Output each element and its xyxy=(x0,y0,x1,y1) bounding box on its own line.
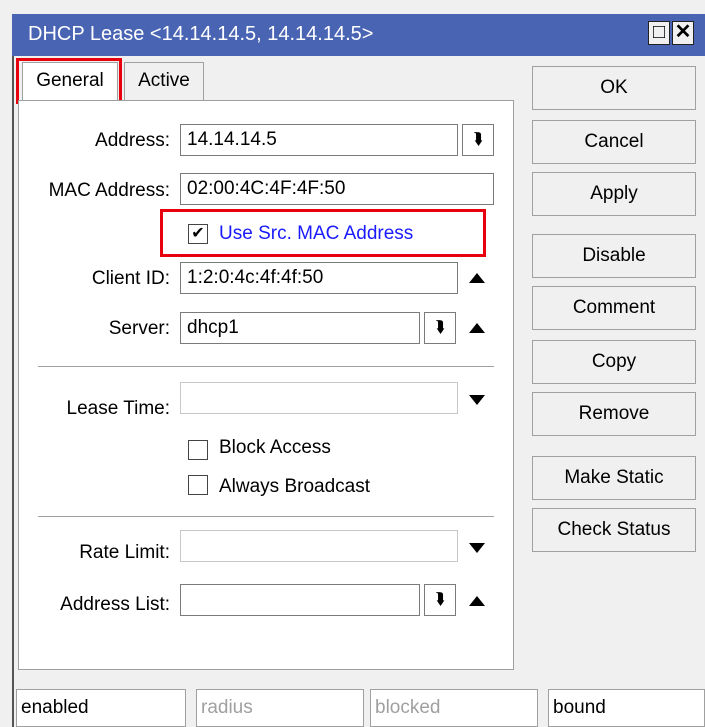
triangle-up-icon[interactable] xyxy=(469,323,485,333)
server-field[interactable]: dhcp1 xyxy=(180,312,420,344)
dhcp-lease-window: DHCP Lease <14.14.14.5, 14.14.14.5> □ ✕ … xyxy=(0,0,705,727)
window-border xyxy=(12,56,14,727)
check-status-button[interactable]: Check Status xyxy=(532,508,696,552)
highlight-box-mac xyxy=(160,209,486,257)
mac-address-label: MAC Address: xyxy=(48,180,170,201)
copy-button[interactable]: Copy xyxy=(532,340,696,384)
tab-active[interactable]: Active xyxy=(124,62,204,100)
dropdown-icon[interactable]: ⮯ xyxy=(424,584,456,616)
dropdown-icon[interactable]: ⮯ xyxy=(424,312,456,344)
status-radius: radius xyxy=(196,689,364,727)
server-label: Server: xyxy=(108,318,170,339)
lease-time-label: Lease Time: xyxy=(66,398,171,419)
ok-button[interactable]: OK xyxy=(532,66,696,110)
triangle-down-icon[interactable] xyxy=(469,395,485,405)
client-id-label: Client ID: xyxy=(91,268,170,289)
separator xyxy=(38,516,494,518)
always-broadcast-label: Always Broadcast xyxy=(219,476,371,497)
title-bar[interactable]: DHCP Lease <14.14.14.5, 14.14.14.5> □ ✕ xyxy=(12,14,705,56)
triangle-up-icon[interactable] xyxy=(469,273,485,283)
address-list-field[interactable] xyxy=(180,584,420,616)
address-label: Address: xyxy=(95,130,170,151)
dropdown-icon[interactable]: ⮯ xyxy=(462,124,494,156)
apply-button[interactable]: Apply xyxy=(532,172,696,216)
triangle-down-icon[interactable] xyxy=(469,543,485,553)
status-bound: bound xyxy=(548,689,705,727)
rate-limit-field[interactable] xyxy=(180,530,458,562)
block-access-label: Block Access xyxy=(219,437,331,458)
cancel-button[interactable]: Cancel xyxy=(532,120,696,164)
address-list-label: Address List: xyxy=(60,594,170,615)
remove-button[interactable]: Remove xyxy=(532,392,696,436)
client-id-field[interactable]: 1:2:0:4c:4f:4f:50 xyxy=(180,262,458,294)
always-broadcast-checkbox[interactable] xyxy=(188,475,208,495)
rate-limit-label: Rate Limit: xyxy=(79,542,170,563)
disable-button[interactable]: Disable xyxy=(532,234,696,278)
triangle-up-icon[interactable] xyxy=(469,596,485,606)
window-title: DHCP Lease <14.14.14.5, 14.14.14.5> xyxy=(28,23,374,45)
status-blocked: blocked xyxy=(370,689,538,727)
maximize-icon[interactable]: □ xyxy=(648,21,670,45)
status-enabled: enabled xyxy=(16,689,186,727)
comment-button[interactable]: Comment xyxy=(532,286,696,330)
highlight-box-tab xyxy=(16,58,122,104)
mac-address-field[interactable]: 02:00:4C:4F:4F:50 xyxy=(180,173,494,205)
close-icon[interactable]: ✕ xyxy=(672,21,694,45)
block-access-checkbox[interactable] xyxy=(188,440,208,460)
lease-time-field[interactable] xyxy=(180,382,458,414)
address-field[interactable]: 14.14.14.5 xyxy=(180,124,458,156)
make-static-button[interactable]: Make Static xyxy=(532,456,696,500)
separator xyxy=(38,366,494,368)
